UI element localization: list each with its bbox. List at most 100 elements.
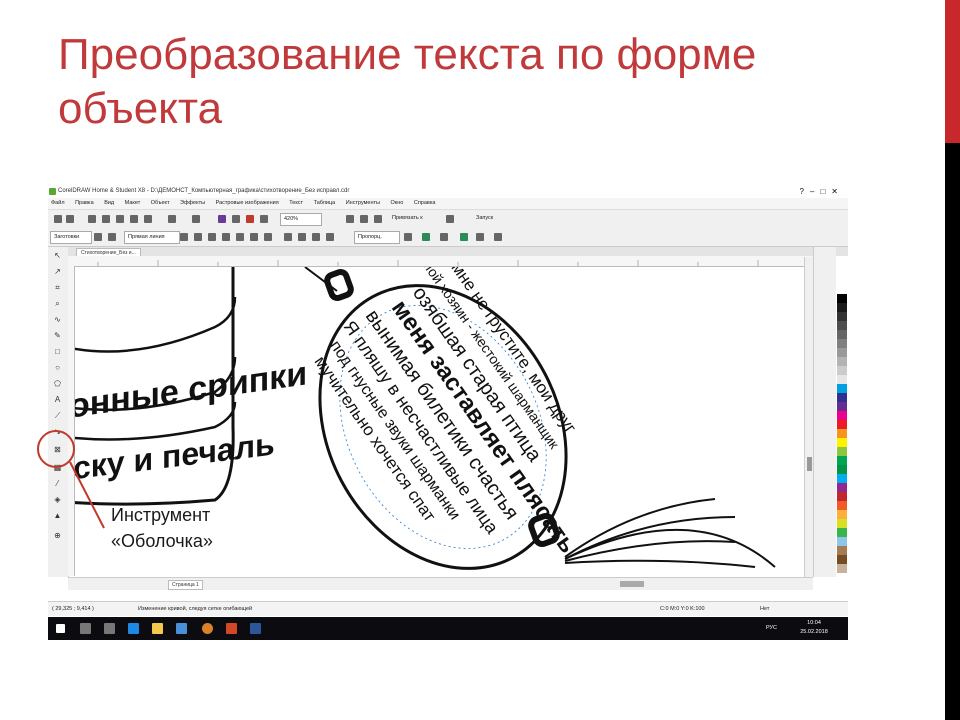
palette-swatch[interactable] — [837, 456, 847, 465]
palette-swatch[interactable] — [837, 402, 847, 411]
envelope-straight-icon[interactable] — [284, 233, 292, 241]
parallel-dimension-icon[interactable]: ⟋ — [53, 411, 62, 420]
palette-swatch[interactable] — [837, 510, 847, 519]
palette-swatch[interactable] — [837, 483, 847, 492]
palette-swatch[interactable] — [837, 312, 847, 321]
full-screen-icon[interactable] — [346, 215, 354, 223]
store-icon[interactable] — [176, 623, 187, 634]
cusp-node-icon[interactable] — [236, 233, 244, 241]
zoom-select[interactable]: 420% — [280, 213, 322, 226]
palette-swatch[interactable] — [837, 474, 847, 483]
palette-swatch[interactable] — [837, 357, 847, 366]
powerpoint-icon[interactable] — [226, 623, 237, 634]
smart-fill-icon[interactable]: ▲ — [53, 511, 62, 520]
remove-preset-icon[interactable] — [108, 233, 116, 241]
palette-swatch[interactable] — [837, 384, 847, 393]
text-tool-icon[interactable]: A — [53, 395, 62, 404]
add-preset-icon[interactable] — [94, 233, 102, 241]
menu-item-object[interactable]: Объект — [151, 200, 170, 206]
page-tab[interactable]: Страница 1 — [168, 580, 203, 590]
target-icon[interactable] — [494, 233, 502, 241]
envelope-single-arc-icon[interactable] — [298, 233, 306, 241]
coreldraw-taskbar-icon[interactable] — [202, 623, 213, 634]
smooth-node-icon[interactable] — [250, 233, 258, 241]
menu-item-window[interactable]: Окно — [391, 200, 404, 206]
clock[interactable]: 10:04 25.02.2018 — [794, 619, 834, 637]
create-from-icon[interactable] — [460, 233, 468, 241]
search-content-icon[interactable] — [218, 215, 226, 223]
palette-swatch[interactable] — [837, 492, 847, 501]
search-icon[interactable] — [80, 623, 91, 634]
word-icon[interactable] — [250, 623, 261, 634]
cut-icon[interactable] — [116, 215, 124, 223]
mapping-mode-select[interactable]: Пропорц. — [354, 231, 400, 244]
eyedropper-tool-icon[interactable]: ⁄ — [53, 479, 62, 488]
menu-item-layout[interactable]: Макет — [125, 200, 141, 206]
shape-tool-icon[interactable]: ↗ — [53, 267, 62, 276]
delete-node-icon[interactable] — [194, 233, 202, 241]
envelope-double-arc-icon[interactable] — [312, 233, 320, 241]
palette-swatch[interactable] — [837, 294, 847, 303]
new-icon[interactable] — [54, 215, 62, 223]
freehand-tool-icon[interactable]: ∿ — [53, 315, 62, 324]
palette-swatch[interactable] — [837, 285, 847, 294]
interactive-fill-icon[interactable]: ◈ — [53, 495, 62, 504]
import-icon[interactable] — [232, 215, 240, 223]
menu-item-bitmaps[interactable]: Растровые изображения — [216, 200, 279, 206]
palette-swatch[interactable] — [837, 411, 847, 420]
palette-swatch[interactable] — [837, 447, 847, 456]
palette-swatch[interactable] — [837, 366, 847, 375]
palette-swatch[interactable] — [837, 555, 847, 564]
palette-swatch[interactable] — [837, 465, 847, 474]
minimize-icon[interactable]: – — [810, 187, 820, 196]
help-icon[interactable]: ? — [800, 187, 810, 196]
options-gear-icon[interactable] — [446, 215, 454, 223]
menu-item-view[interactable]: Вид — [104, 200, 114, 206]
line-node-icon[interactable] — [208, 233, 216, 241]
pick-tool-icon[interactable]: ↖ — [53, 251, 62, 260]
paste-icon[interactable] — [144, 215, 152, 223]
envelope-unconstrained-icon[interactable] — [326, 233, 334, 241]
palette-swatch[interactable] — [837, 330, 847, 339]
vertical-ruler[interactable] — [68, 266, 75, 576]
publish-pdf-icon[interactable] — [260, 215, 268, 223]
palette-swatch[interactable] — [837, 420, 847, 429]
palette-swatch[interactable] — [837, 438, 847, 447]
crop-tool-icon[interactable]: ⌗ — [53, 283, 62, 292]
palette-swatch[interactable] — [837, 303, 847, 312]
explorer-icon[interactable] — [152, 623, 163, 634]
maximize-icon[interactable]: □ — [820, 187, 831, 196]
task-view-icon[interactable] — [104, 623, 115, 634]
horizontal-scroll-thumb[interactable] — [620, 581, 644, 587]
copy-icon[interactable] — [130, 215, 138, 223]
menu-item-edit[interactable]: Правка — [75, 200, 94, 206]
menu-item-table[interactable]: Таблица — [314, 200, 336, 206]
menu-item-file[interactable]: Файл — [51, 200, 65, 206]
palette-swatch[interactable] — [837, 321, 847, 330]
envelope-preset-select[interactable]: Заготовки — [50, 231, 92, 244]
menu-item-help[interactable]: Справка — [414, 200, 436, 206]
menu-item-effects[interactable]: Эффекты — [180, 200, 205, 206]
add-tool-icon[interactable]: ⊕ — [53, 531, 62, 540]
palette-swatch[interactable] — [837, 429, 847, 438]
palette-swatch[interactable] — [837, 528, 847, 537]
export-icon[interactable] — [246, 215, 254, 223]
palette-swatch[interactable] — [837, 339, 847, 348]
polygon-tool-icon[interactable]: ⬠ — [53, 379, 62, 388]
keep-lines-icon[interactable] — [404, 233, 412, 241]
horizontal-ruler[interactable] — [68, 256, 813, 267]
window-controls[interactable]: ?–□✕ — [800, 185, 844, 198]
save-icon[interactable] — [88, 215, 96, 223]
artistic-media-icon[interactable]: ✎ — [53, 331, 62, 340]
convert-to-curves-icon[interactable] — [476, 233, 484, 241]
palette-swatch[interactable] — [837, 546, 847, 555]
ellipse-tool-icon[interactable]: ○ — [53, 363, 62, 372]
vertical-scroll-thumb[interactable] — [807, 457, 812, 471]
keyboard-language[interactable]: РУС — [766, 624, 777, 633]
palette-swatch[interactable] — [837, 348, 847, 357]
palette-swatch[interactable] — [837, 537, 847, 546]
symmetric-node-icon[interactable] — [264, 233, 272, 241]
start-icon[interactable] — [56, 624, 65, 633]
edge-icon[interactable] — [128, 623, 139, 634]
open-icon[interactable] — [66, 215, 74, 223]
